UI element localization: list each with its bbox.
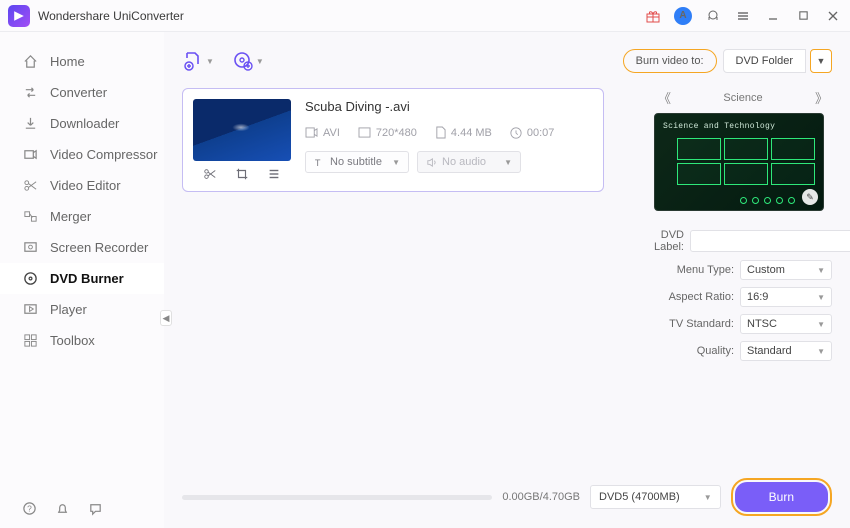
- app-logo: [8, 5, 30, 27]
- more-icon[interactable]: [267, 167, 281, 181]
- theme-name: Science: [723, 92, 762, 104]
- sidebar-item-label: Downloader: [50, 116, 119, 131]
- tv-standard-label: TV Standard:: [654, 318, 734, 330]
- aspect-ratio-select[interactable]: 16:9▼: [740, 287, 832, 307]
- dvd-label-input[interactable]: [690, 230, 850, 252]
- right-panel: 《 Science 》 Science and Technology ✎ DVD…: [654, 88, 832, 476]
- sidebar-collapse-button[interactable]: ◀: [160, 310, 172, 326]
- disc-type-select[interactable]: DVD5 (4700MB)▼: [590, 485, 721, 509]
- sidebar-item-label: Home: [50, 54, 85, 69]
- converter-icon: [22, 85, 38, 101]
- burn-to-dropdown[interactable]: ▼: [810, 49, 832, 73]
- file-resolution: 720*480: [358, 127, 417, 139]
- sidebar-item-label: Toolbox: [50, 333, 95, 348]
- svg-text:T: T: [315, 158, 321, 168]
- sidebar-item-label: Screen Recorder: [50, 240, 148, 255]
- theme-preview[interactable]: Science and Technology ✎: [654, 113, 824, 211]
- player-icon: [22, 302, 38, 318]
- top-toolbar: ▼ ▼ Burn video to: DVD Folder ▼: [182, 42, 832, 80]
- disc-icon: [22, 271, 38, 287]
- edit-theme-icon[interactable]: ✎: [802, 189, 818, 205]
- sidebar-item-toolbox[interactable]: Toolbox: [0, 325, 164, 356]
- file-format: AVI: [305, 127, 340, 139]
- file-card[interactable]: Scuba Diving -.avi AVI 720*480 4.44 MB 0…: [182, 88, 604, 192]
- aspect-ratio-label: Aspect Ratio:: [654, 291, 734, 303]
- menu-type-label: Menu Type:: [654, 264, 734, 276]
- quality-select[interactable]: Standard▼: [740, 341, 832, 361]
- compressor-icon: [22, 147, 38, 163]
- theme-preview-title: Science and Technology: [663, 122, 815, 131]
- maximize-button[interactable]: [794, 7, 812, 25]
- titlebar: Wondershare UniConverter A: [0, 0, 850, 32]
- add-disc-button[interactable]: ▼: [232, 50, 264, 72]
- capacity-bar: [182, 495, 492, 500]
- capacity-text: 0.00GB/4.70GB: [502, 491, 580, 503]
- theme-prev-button[interactable]: 《: [658, 88, 671, 107]
- menu-type-select[interactable]: Custom▼: [740, 260, 832, 280]
- sidebar-item-editor[interactable]: Video Editor: [0, 170, 164, 201]
- add-file-button[interactable]: ▼: [182, 50, 214, 72]
- sidebar-item-recorder[interactable]: Screen Recorder: [0, 232, 164, 263]
- close-button[interactable]: [824, 7, 842, 25]
- sidebar-item-compressor[interactable]: Video Compressor: [0, 139, 164, 170]
- tv-standard-select[interactable]: NTSC▼: [740, 314, 832, 334]
- file-size: 4.44 MB: [435, 126, 492, 139]
- bell-icon[interactable]: [55, 501, 70, 516]
- audio-select[interactable]: No audio ▼: [417, 151, 521, 173]
- support-icon[interactable]: [704, 7, 722, 25]
- content-area: ▼ ▼ Burn video to: DVD Folder ▼: [164, 32, 850, 528]
- subtitle-select[interactable]: TNo subtitle ▼: [305, 151, 409, 173]
- sidebar: Home Converter Downloader Video Compress…: [0, 32, 164, 528]
- sidebar-item-player[interactable]: Player: [0, 294, 164, 325]
- trim-icon[interactable]: [203, 167, 217, 181]
- scissors-icon: [22, 178, 38, 194]
- sidebar-item-label: Converter: [50, 85, 107, 100]
- sidebar-item-merger[interactable]: Merger: [0, 201, 164, 232]
- sidebar-item-dvd-burner[interactable]: DVD Burner: [0, 263, 164, 294]
- gift-icon[interactable]: [644, 7, 662, 25]
- quality-label: Quality:: [654, 345, 734, 357]
- sidebar-item-label: Merger: [50, 209, 91, 224]
- recorder-icon: [22, 240, 38, 256]
- footer: 0.00GB/4.70GB DVD5 (4700MB)▼ Burn: [182, 476, 832, 518]
- merger-icon: [22, 209, 38, 225]
- app-title: Wondershare UniConverter: [38, 9, 184, 23]
- burn-button[interactable]: Burn: [735, 482, 828, 512]
- sidebar-item-label: Player: [50, 302, 87, 317]
- burn-to-value[interactable]: DVD Folder: [723, 49, 806, 73]
- burn-to-label: Burn video to:: [623, 49, 717, 73]
- sidebar-item-label: Video Compressor: [50, 147, 157, 162]
- sidebar-item-label: Video Editor: [50, 178, 121, 193]
- sidebar-item-downloader[interactable]: Downloader: [0, 108, 164, 139]
- toolbox-icon: [22, 333, 38, 349]
- help-icon[interactable]: ?: [22, 501, 37, 516]
- sidebar-item-label: DVD Burner: [50, 271, 124, 286]
- home-icon: [22, 54, 38, 70]
- feedback-icon[interactable]: [88, 501, 103, 516]
- dvd-label-label: DVD Label:: [654, 229, 684, 253]
- account-icon[interactable]: A: [674, 7, 692, 25]
- file-thumbnail[interactable]: [193, 99, 291, 161]
- sidebar-item-converter[interactable]: Converter: [0, 77, 164, 108]
- file-name: Scuba Diving -.avi: [305, 99, 593, 114]
- minimize-button[interactable]: [764, 7, 782, 25]
- download-icon: [22, 116, 38, 132]
- crop-icon[interactable]: [235, 167, 249, 181]
- menu-icon[interactable]: [734, 7, 752, 25]
- file-queue: Scuba Diving -.avi AVI 720*480 4.44 MB 0…: [182, 88, 630, 476]
- theme-next-button[interactable]: 》: [815, 88, 828, 107]
- sidebar-item-home[interactable]: Home: [0, 46, 164, 77]
- svg-text:?: ?: [27, 503, 32, 513]
- file-duration: 00:07: [510, 127, 555, 139]
